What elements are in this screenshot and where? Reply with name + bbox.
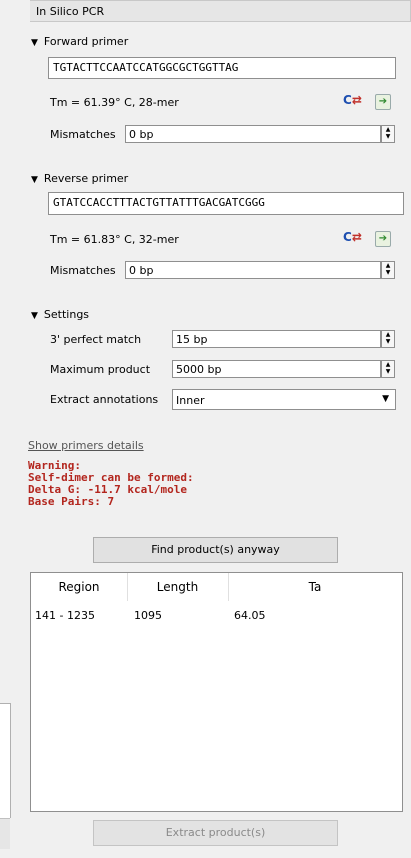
complement-icon[interactable]: C⇄ bbox=[343, 93, 362, 107]
spinner-arrows-icon[interactable]: ▲ ▼ bbox=[381, 330, 395, 348]
reverse-mismatches-field[interactable]: 0 bp bbox=[125, 261, 381, 279]
warning-line: Base Pairs: 7 bbox=[28, 495, 115, 508]
table-row[interactable]: 141 - 1235 1095 64.05 bbox=[31, 603, 402, 627]
forward-primer-header[interactable]: ▼ Forward primer bbox=[31, 35, 128, 48]
triangle-down-icon: ▼ bbox=[31, 311, 38, 321]
panel-title: In Silico PCR bbox=[30, 0, 411, 22]
self-dimer-warning: Warning: Self-dimer can be formed: Delta… bbox=[28, 460, 194, 508]
perfect-match-field[interactable]: 15 bp bbox=[172, 330, 381, 348]
left-panel-button-fragment bbox=[0, 818, 10, 849]
forward-tm-text: Tm = 61.39° C, 28-mer bbox=[50, 96, 179, 109]
products-table[interactable]: Region Length Ta 141 - 1235 1095 64.05 bbox=[30, 572, 403, 812]
settings-header[interactable]: ▼ Settings bbox=[31, 308, 89, 321]
reverse-primer-title: Reverse primer bbox=[43, 172, 129, 185]
extract-annotations-label: Extract annotations bbox=[50, 393, 159, 406]
extract-products-button[interactable]: Extract product(s) bbox=[93, 820, 338, 846]
forward-mismatches-label: Mismatches bbox=[50, 128, 116, 141]
extract-annotations-value: Inner bbox=[176, 394, 205, 407]
triangle-down-icon: ▼ bbox=[31, 175, 38, 185]
reverse-tm-text: Tm = 61.83° C, 32-mer bbox=[50, 233, 179, 246]
extract-annotations-select[interactable]: Inner ▼ bbox=[172, 389, 396, 410]
go-to-sequence-icon[interactable]: ➔ bbox=[375, 231, 391, 247]
column-header-region[interactable]: Region bbox=[31, 573, 128, 601]
max-product-label: Maximum product bbox=[50, 363, 151, 376]
forward-mismatches-field[interactable]: 0 bp bbox=[125, 125, 381, 143]
triangle-down-icon: ▼ bbox=[31, 38, 38, 48]
cell-ta: 64.05 bbox=[234, 609, 266, 622]
spinner-arrows-icon[interactable]: ▲ ▼ bbox=[381, 125, 395, 143]
reverse-primer-header[interactable]: ▼ Reverse primer bbox=[31, 172, 128, 185]
spinner-arrows-icon[interactable]: ▲ ▼ bbox=[381, 261, 395, 279]
settings-title: Settings bbox=[43, 308, 90, 321]
reverse-primer-input[interactable]: GTATCCACCTTTACTGTTATTTGACGATCGGG bbox=[48, 192, 404, 215]
cell-length: 1095 bbox=[134, 609, 162, 622]
perfect-match-label: 3' perfect match bbox=[50, 333, 142, 346]
reverse-mismatches-label: Mismatches bbox=[50, 264, 116, 277]
complement-icon[interactable]: C⇄ bbox=[343, 230, 362, 244]
forward-primer-input[interactable]: TGTACTTCCAATCCATGGCGCTGGTTAG bbox=[48, 57, 396, 79]
spinner-arrows-icon[interactable]: ▲ ▼ bbox=[381, 360, 395, 378]
column-header-length[interactable]: Length bbox=[127, 573, 229, 601]
forward-primer-title: Forward primer bbox=[43, 35, 129, 48]
find-products-button[interactable]: Find product(s) anyway bbox=[93, 537, 338, 563]
show-primers-details-link[interactable]: Show primers details bbox=[28, 439, 144, 452]
column-header-ta[interactable]: Ta bbox=[228, 573, 402, 601]
left-panel-fragment bbox=[0, 703, 11, 818]
max-product-field[interactable]: 5000 bp bbox=[172, 360, 381, 378]
go-to-sequence-icon[interactable]: ➔ bbox=[375, 94, 391, 110]
chevron-down-icon: ▼ bbox=[382, 394, 389, 404]
cell-region: 141 - 1235 bbox=[35, 609, 95, 622]
